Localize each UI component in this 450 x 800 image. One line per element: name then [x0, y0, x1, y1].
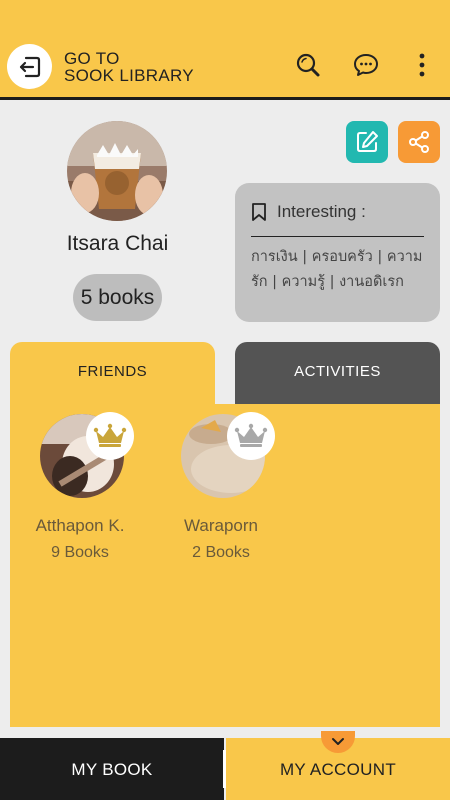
- interests-label: Interesting :: [277, 202, 366, 221]
- crown-badge: [86, 412, 134, 460]
- friend-book-count: 9 Books: [51, 544, 109, 561]
- crown-badge: [227, 412, 275, 460]
- crown-icon: [234, 423, 268, 447]
- crown-icon: [93, 423, 127, 447]
- nav-my-book[interactable]: MY BOOK: [0, 738, 224, 800]
- profile-name: Itsara Chai: [66, 232, 169, 255]
- tab-activities[interactable]: ACTIVITIES: [235, 342, 440, 404]
- back-icon: [19, 56, 40, 77]
- edit-profile-button[interactable]: [346, 121, 388, 163]
- search-icon: [296, 53, 320, 77]
- page-title: GO TO SOOK LIBRARY: [64, 50, 194, 84]
- interests-tags: การเงิน | ครอบครัว | ความรัก | ความรู้ |…: [251, 249, 423, 290]
- tab-friends[interactable]: FRIENDS: [10, 342, 215, 404]
- chat-icon: [354, 54, 378, 76]
- friends-panel: Atthapon K. 9 Books Waraporn 2 Books: [10, 404, 440, 727]
- title-line-2: SOOK LIBRARY: [64, 66, 194, 85]
- app-header: GO TO SOOK LIBRARY: [0, 0, 450, 100]
- share-button[interactable]: [398, 121, 440, 163]
- back-button[interactable]: [7, 44, 52, 89]
- edit-icon: [357, 131, 378, 152]
- book-count-badge[interactable]: 5 books: [73, 274, 162, 321]
- friend-book-count: 2 Books: [192, 544, 250, 561]
- search-button[interactable]: [293, 50, 323, 80]
- friend-name: Waraporn: [183, 516, 258, 535]
- title-line-1: GO TO: [64, 49, 120, 68]
- friend-name: Atthapon K.: [35, 516, 125, 535]
- interests-divider: [251, 236, 424, 237]
- share-icon: [409, 131, 429, 153]
- profile-photo: [67, 121, 167, 221]
- interests-card: Interesting : การเงิน | ครอบครัว | ความร…: [235, 183, 440, 322]
- more-menu-button[interactable]: [407, 50, 437, 80]
- avatar[interactable]: [67, 121, 167, 221]
- chat-button[interactable]: [351, 50, 381, 80]
- more-vertical-icon: [419, 53, 425, 77]
- bookmark-icon: [252, 203, 266, 221]
- bottom-nav: MY BOOK MY ACCOUNT: [0, 731, 450, 800]
